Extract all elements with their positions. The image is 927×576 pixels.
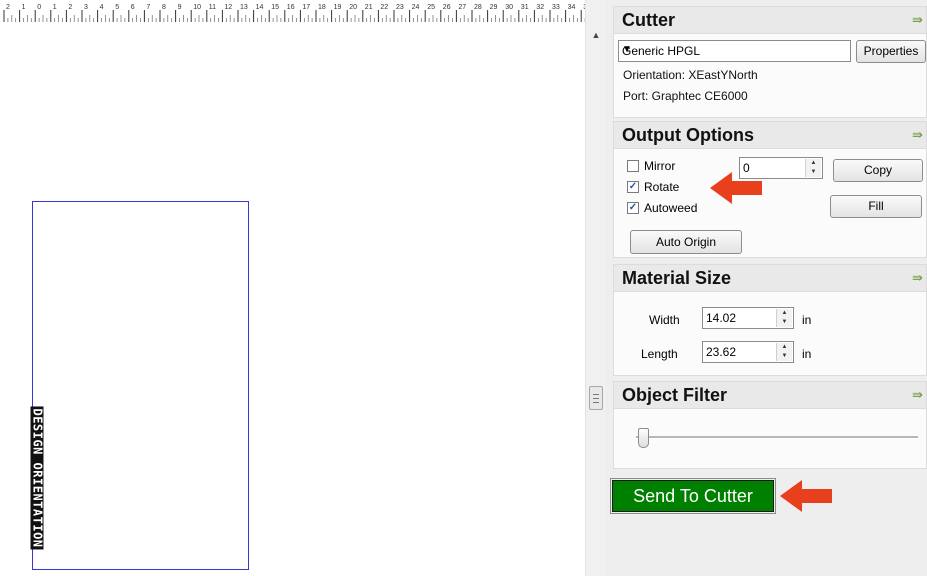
ruler-label: 24: [412, 4, 420, 11]
orientation-text: Orientation: XEastYNorth: [623, 68, 758, 82]
design-orientation-label: DESIGN ORIENTATION: [30, 386, 45, 570]
ruler-label: 29: [490, 4, 498, 11]
ruler-label: 13: [240, 4, 248, 11]
ruler-label: 25: [427, 4, 435, 11]
object-filter-header: Object Filter ⇛: [614, 382, 926, 409]
send-to-cutter-button[interactable]: Send To Cutter: [610, 478, 776, 514]
ruler-label: 4: [100, 4, 104, 11]
pin-icon[interactable]: ⇛: [912, 271, 927, 285]
ruler-label: 6: [131, 4, 135, 11]
chevron-down-icon: ▼: [622, 44, 632, 55]
spin-down-icon[interactable]: ▼: [777, 318, 792, 327]
mirror-label: Mirror: [644, 159, 676, 173]
output-options-title: Output Options: [622, 125, 754, 145]
cutter-title: Cutter: [622, 10, 675, 30]
scroll-up-icon[interactable]: ▲: [586, 26, 606, 44]
horizontal-ruler: 2 1 0 1 2 3 4 5 6 7 8 9 10 11 12 13 14 15 16 17 18 19 20 21 22 23…: [0, 0, 585, 24]
object-filter-slider-thumb[interactable]: [638, 428, 649, 448]
width-value: 14.02: [706, 311, 737, 325]
material-size-title: Material Size: [622, 268, 732, 288]
ruler-label: 1: [53, 4, 57, 11]
material-page-outline: [32, 201, 249, 570]
design-orientation-text: DESIGN ORIENTATION: [30, 406, 45, 550]
spin-up-icon[interactable]: ▲: [777, 309, 792, 318]
ruler-label: 9: [178, 4, 182, 11]
cutter-device-select[interactable]: Generic HPGL ▼: [618, 40, 851, 62]
ruler-label: 5: [115, 4, 119, 11]
length-label: Length: [641, 347, 678, 361]
width-spinner[interactable]: 14.02 ▲ ▼: [702, 307, 794, 329]
mirror-checkbox[interactable]: [627, 160, 639, 172]
ruler-label: 28: [474, 4, 482, 11]
object-filter-title: Object Filter: [622, 385, 728, 405]
ruler-label: 2: [68, 4, 72, 11]
rotate-checkbox[interactable]: ✓: [627, 181, 639, 193]
width-unit: in: [802, 313, 812, 327]
ruler-label: 27: [458, 4, 466, 11]
ruler-label: 19: [334, 4, 342, 11]
ruler-label: 33: [552, 4, 560, 11]
rotate-arrow-icon: [710, 172, 762, 204]
fill-button[interactable]: Fill: [830, 195, 922, 218]
object-filter-slider-track[interactable]: [636, 436, 918, 439]
cutter-section: Cutter ⇛ Generic HPGL ▼ Properties Orien…: [613, 6, 927, 118]
ruler-label: 20: [349, 4, 357, 11]
scrollbar-thumb[interactable]: [589, 386, 603, 410]
ruler-label: 23: [396, 4, 404, 11]
ruler-label: 2: [6, 4, 10, 11]
auto-origin-button[interactable]: Auto Origin: [630, 230, 742, 254]
ruler-label: 21: [365, 4, 373, 11]
send-arrow-icon: [780, 480, 832, 512]
vertical-scrollbar[interactable]: ▲: [585, 0, 606, 576]
port-text: Port: Graphtec CE6000: [623, 89, 748, 103]
ruler-label: 11: [209, 4, 216, 11]
ruler-label: 16: [287, 4, 295, 11]
material-size-header: Material Size ⇛: [614, 265, 926, 292]
ruler-label: 3: [84, 4, 88, 11]
ruler-label: 0: [37, 4, 41, 11]
length-spinner[interactable]: 23.62 ▲ ▼: [702, 341, 794, 363]
autoweed-label: Autoweed: [644, 201, 698, 215]
cutter-panel: Cutter ⇛ Generic HPGL ▼ Properties Orien…: [606, 0, 927, 576]
ruler-label: 31: [521, 4, 529, 11]
ruler-label: 22: [380, 4, 388, 11]
design-canvas[interactable]: DESIGN ORIENTATION: [0, 24, 585, 576]
pin-icon[interactable]: ⇛: [912, 388, 927, 402]
ruler-label: 1: [22, 4, 26, 11]
pin-icon[interactable]: ⇛: [912, 13, 927, 27]
rotate-label: Rotate: [644, 180, 680, 194]
spin-up-icon[interactable]: ▲: [777, 343, 792, 352]
ruler-label: 8: [162, 4, 166, 11]
copy-button[interactable]: Copy: [833, 159, 923, 182]
pin-icon[interactable]: ⇛: [912, 128, 927, 142]
ruler-label: 14: [256, 4, 264, 11]
ruler-label: 7: [146, 4, 150, 11]
ruler-label: 15: [271, 4, 279, 11]
ruler-label: 12: [224, 4, 232, 11]
ruler-label: 34: [568, 4, 576, 11]
ruler-label: 30: [505, 4, 513, 11]
spin-up-icon[interactable]: ▲: [806, 159, 821, 168]
width-label: Width: [649, 313, 680, 327]
material-size-section: Material Size ⇛ Width 14.02 ▲ ▼ in Length…: [613, 264, 927, 376]
output-options-section: Output Options ⇛ Mirror ✓ Rotate ✓ Autow…: [613, 121, 927, 258]
output-options-header: Output Options ⇛: [614, 122, 926, 149]
ruler-label: 17: [302, 4, 310, 11]
cutter-header: Cutter ⇛: [614, 7, 926, 34]
spin-down-icon[interactable]: ▼: [806, 168, 821, 177]
length-unit: in: [802, 347, 812, 361]
autoweed-checkbox[interactable]: ✓: [627, 202, 639, 214]
ruler-label: 18: [318, 4, 326, 11]
length-value: 23.62: [706, 345, 737, 359]
ruler-label: 26: [443, 4, 451, 11]
properties-button[interactable]: Properties: [856, 40, 926, 63]
ruler-ticks: 2 1 0 1 2 3 4 5 6 7 8 9 10 11 12 13 14 15 16 17 18 19 20 21 22 23…: [3, 4, 585, 22]
ruler-label: 32: [536, 4, 544, 11]
object-filter-section: Object Filter ⇛: [613, 381, 927, 469]
ruler-label: 10: [193, 4, 201, 11]
spin-down-icon[interactable]: ▼: [777, 352, 792, 361]
